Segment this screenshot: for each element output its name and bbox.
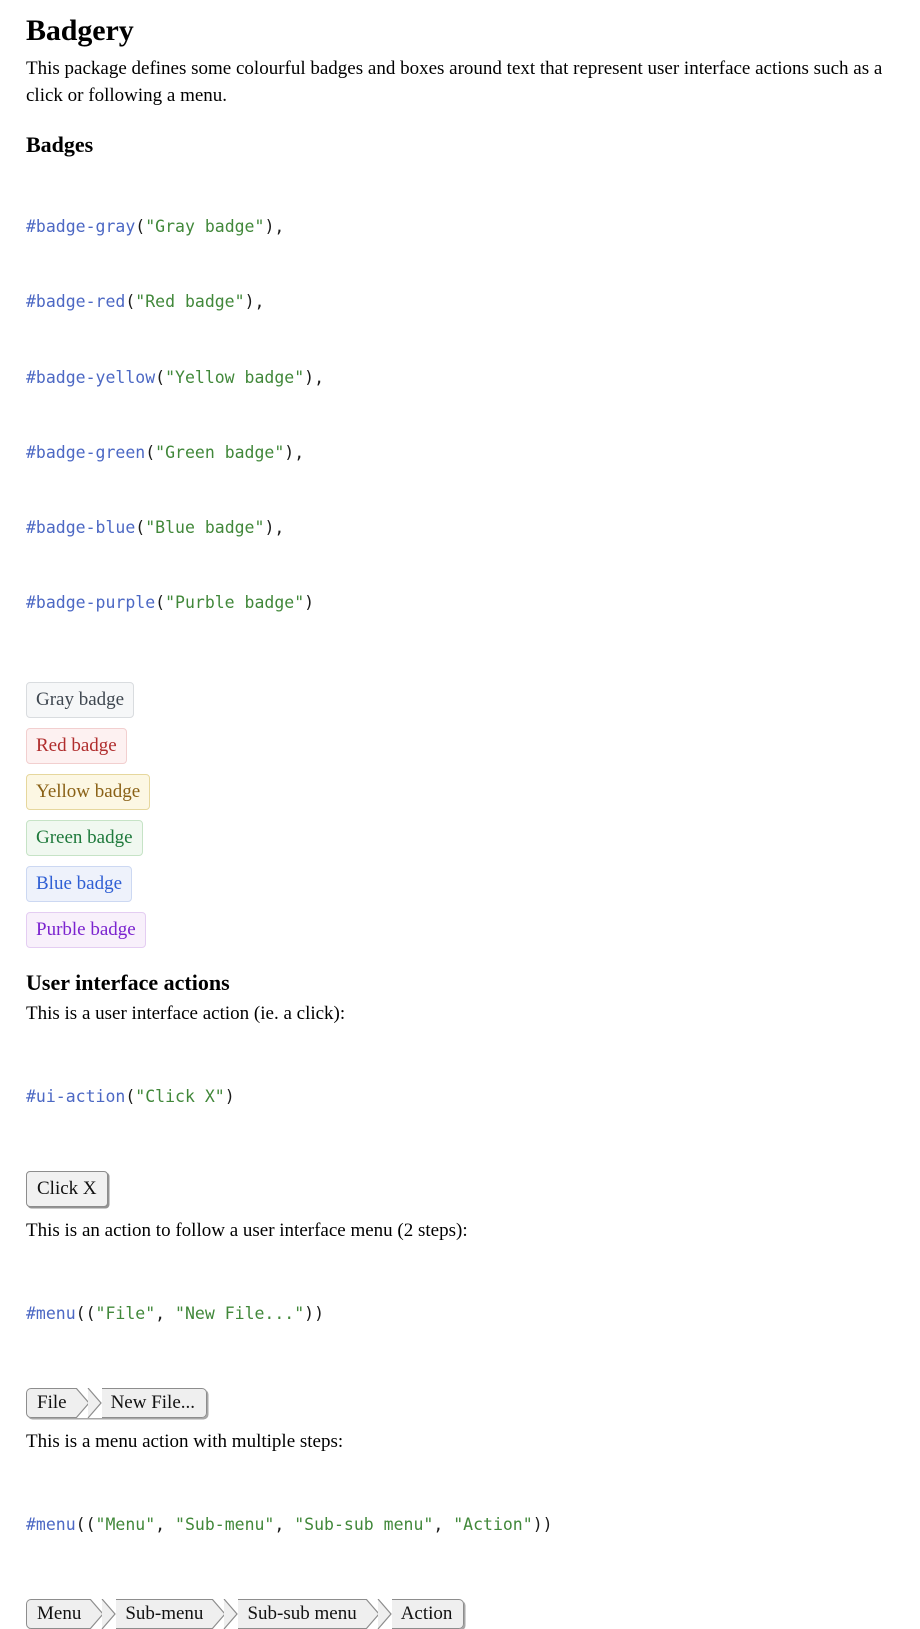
- badge-row: Yellow badge: [26, 773, 894, 810]
- code-line: #ui-action("Click X"): [26, 1084, 894, 1109]
- code-token-punct: ((: [75, 1303, 96, 1323]
- badge-row: Red badge: [26, 727, 894, 764]
- menu-multi-intro-paragraph: This is a menu action with multiple step…: [26, 1430, 344, 1452]
- code-line: #badge-purple("Purble badge"): [26, 590, 894, 615]
- code-line: #menu(("File", "New File...")): [26, 1301, 894, 1326]
- menu-step[interactable]: Sub-sub menu: [238, 1598, 366, 1629]
- code-token-string: "Click X": [135, 1086, 225, 1106]
- badge-purple: Purble badge: [26, 911, 146, 948]
- code-token-punct: ((: [75, 1514, 96, 1534]
- badge-row: Blue badge: [26, 865, 894, 902]
- badge-blue: Blue badge: [26, 865, 133, 902]
- code-token-function: #menu: [26, 1514, 76, 1534]
- code-block-badges: #badge-gray("Gray badge"), #badge-red("R…: [26, 164, 894, 666]
- code-token-punct: ,: [274, 1514, 295, 1534]
- code-token-punct: ,: [155, 1303, 176, 1323]
- code-token-punct: (: [155, 593, 166, 613]
- badge-red: Red badge: [26, 727, 127, 764]
- badge-gray: Gray badge: [26, 681, 135, 718]
- code-token-punct: ),: [264, 518, 285, 538]
- code-token-punct: ),: [284, 442, 305, 462]
- code-token-punct: (: [125, 292, 136, 312]
- code-token-punct: ): [224, 1086, 235, 1106]
- code-token-string: "New File...": [175, 1303, 305, 1323]
- code-token-function: #badge-purple: [26, 593, 156, 613]
- click-intro-paragraph: This is a user interface action (ie. a c…: [26, 1002, 346, 1024]
- code-token-string: "Sub-sub menu": [294, 1514, 434, 1534]
- code-token-function: #badge-blue: [26, 518, 136, 538]
- chevron-right-icon: [212, 1598, 239, 1629]
- code-token-function: #ui-action: [26, 1086, 126, 1106]
- code-token-string: "Green badge": [155, 442, 285, 462]
- code-token-punct: )): [304, 1303, 325, 1323]
- code-token-function: #badge-red: [26, 292, 126, 312]
- badge-row: Green badge: [26, 819, 894, 856]
- badge-green: Green badge: [26, 819, 143, 856]
- code-token-string: "Sub-menu": [175, 1514, 275, 1534]
- intro-paragraph: This package defines some colourful badg…: [26, 57, 883, 107]
- menu-breadcrumb-2-steps[interactable]: File New File...: [26, 1387, 207, 1418]
- code-token-punct: ,: [433, 1514, 454, 1534]
- code-token-punct: ),: [304, 367, 325, 387]
- menu2-intro-paragraph: This is an action to follow a user inter…: [26, 1219, 468, 1241]
- code-token-punct: ): [304, 593, 315, 613]
- code-token-function: #badge-green: [26, 442, 146, 462]
- badge-yellow: Yellow badge: [26, 773, 151, 810]
- code-block-ui-action: #ui-action("Click X"): [26, 1033, 894, 1158]
- code-token-string: "Yellow badge": [165, 367, 305, 387]
- code-token-function: #badge-yellow: [26, 367, 156, 387]
- code-token-punct: ),: [264, 217, 285, 237]
- code-token-string: "Blue badge": [145, 518, 265, 538]
- code-block-menu-2-steps: #menu(("File", "New File...")): [26, 1250, 894, 1375]
- code-token-string: "Action": [453, 1514, 533, 1534]
- menu-step[interactable]: Menu: [26, 1598, 91, 1629]
- code-line: #badge-green("Green badge"),: [26, 440, 894, 465]
- code-token-punct: (: [135, 217, 146, 237]
- section-heading-badges: Badges: [26, 131, 94, 157]
- code-line: #menu(("Menu", "Sub-menu", "Sub-sub menu…: [26, 1512, 894, 1537]
- code-token-punct: (: [125, 1086, 136, 1106]
- chevron-right-icon: [365, 1598, 392, 1629]
- chevron-right-icon: [75, 1387, 102, 1418]
- badge-row: Gray badge: [26, 681, 894, 718]
- ui-action-wrapper: Click X: [26, 1170, 894, 1207]
- code-block-menu-multi-steps: #menu(("Menu", "Sub-menu", "Sub-sub menu…: [26, 1461, 894, 1586]
- code-line: #badge-blue("Blue badge"),: [26, 515, 894, 540]
- badge-row: Purble badge: [26, 911, 894, 948]
- menu-step[interactable]: Action: [391, 1598, 465, 1629]
- code-token-punct: (: [135, 518, 146, 538]
- badge-list: Gray badge Red badge Yellow badge Green …: [26, 681, 894, 948]
- code-line: #badge-red("Red badge"),: [26, 289, 894, 314]
- section-heading-ui-actions: User interface actions: [26, 969, 230, 995]
- document-page: Badgery This package defines some colour…: [0, 0, 920, 1629]
- menu-breadcrumb-2-wrapper: File New File...: [26, 1387, 894, 1418]
- code-line: #badge-gray("Gray badge"),: [26, 214, 894, 239]
- code-token-punct: ),: [244, 292, 265, 312]
- code-line: #badge-yellow("Yellow badge"),: [26, 365, 894, 390]
- ui-action-button-click-x[interactable]: Click X: [26, 1170, 108, 1207]
- code-token-string: "Menu": [95, 1514, 156, 1534]
- code-token-punct: ,: [155, 1514, 176, 1534]
- code-token-punct: (: [155, 367, 166, 387]
- menu-step[interactable]: Sub-menu: [116, 1598, 213, 1629]
- code-token-punct: )): [532, 1514, 553, 1534]
- code-token-string: "Gray badge": [145, 217, 265, 237]
- menu-breadcrumb-multi-wrapper: Menu Sub-menu Sub-sub menu Action: [26, 1598, 894, 1629]
- menu-step[interactable]: New File...: [101, 1387, 207, 1418]
- chevron-right-icon: [90, 1598, 117, 1629]
- page-title: Badgery: [26, 14, 134, 47]
- code-token-function: #menu: [26, 1303, 76, 1323]
- code-token-function: #badge-gray: [26, 217, 136, 237]
- code-token-punct: (: [145, 442, 156, 462]
- menu-step[interactable]: File: [26, 1387, 76, 1418]
- code-token-string: "File": [95, 1303, 156, 1323]
- code-token-string: "Red badge": [135, 292, 245, 312]
- code-token-string: "Purble badge": [165, 593, 305, 613]
- menu-breadcrumb-multi-steps[interactable]: Menu Sub-menu Sub-sub menu Action: [26, 1598, 465, 1629]
